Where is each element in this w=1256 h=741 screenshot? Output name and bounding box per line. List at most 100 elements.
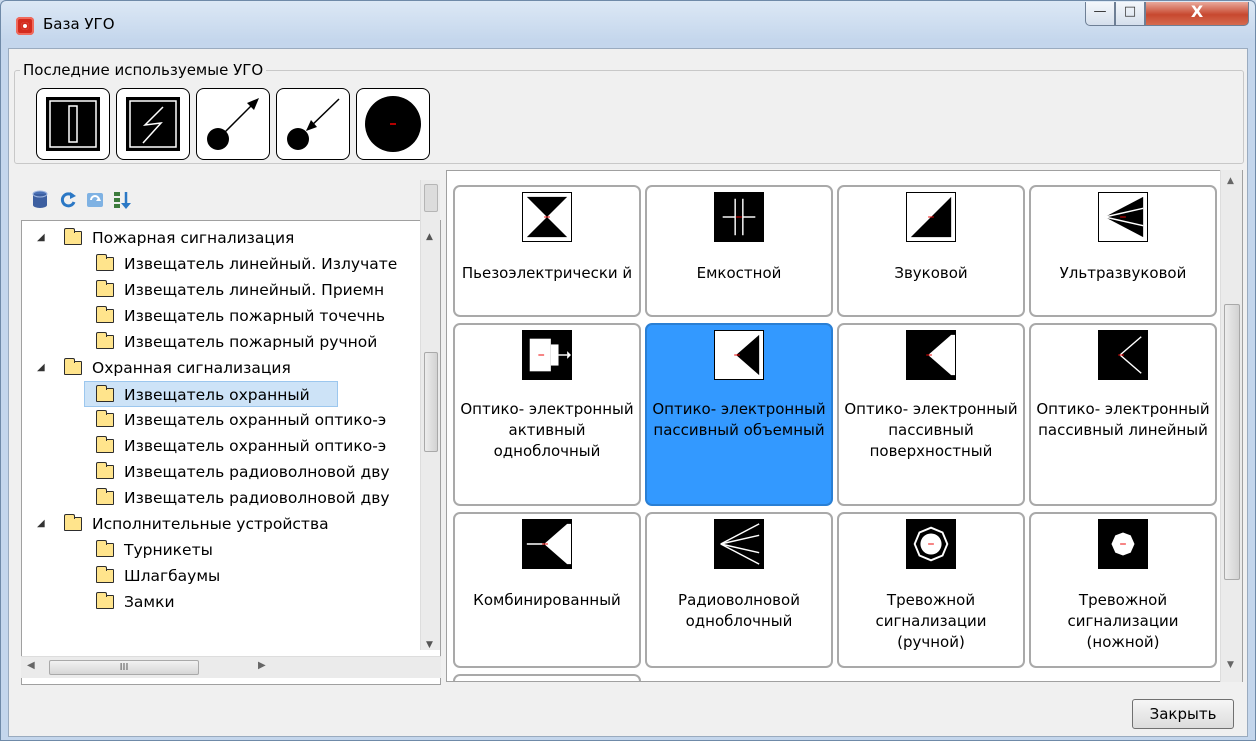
ugo-card[interactable]: Оптико- электронный пассивный линейный: [1029, 323, 1217, 506]
collapse-icon[interactable]: ◢: [37, 511, 45, 537]
recent-ugo-item[interactable]: [356, 88, 430, 160]
folder-icon: [96, 410, 114, 427]
tree-scroll-top-thumb[interactable]: [424, 184, 438, 212]
optical-linear-symbol-icon: [1098, 330, 1148, 380]
tree-item[interactable]: ◢ Исполнительные устройства: [37, 511, 417, 537]
ugo-card-label: Звуковой: [894, 264, 968, 282]
ugo-card-label: Тревожной сигнализации (ножной): [1067, 591, 1179, 651]
ugo-card-label: Радиоволновой одноблочный: [678, 591, 800, 630]
ugo-symbol-grid[interactable]: Пьезоэлектрически й Емкостной Звуковой У…: [446, 170, 1243, 682]
hourglass-symbol-icon: [522, 192, 572, 242]
scroll-up-icon[interactable]: ▲: [426, 232, 433, 242]
folder-icon: [96, 332, 114, 349]
capacitive-symbol-icon: [714, 192, 764, 242]
tree-item[interactable]: ◢ Пожарная сигнализация: [37, 225, 417, 251]
lightning-symbol-icon: [126, 97, 180, 151]
scroll-left-icon[interactable]: ◀: [27, 660, 35, 671]
radiowave-symbol-icon: [714, 519, 764, 569]
ugo-card-label: Тревожной сигнализации (ручной): [875, 591, 987, 651]
tree-item[interactable]: Шлагбаумы: [96, 563, 418, 589]
close-button[interactable]: Закрыть: [1132, 699, 1234, 729]
tree-vertical-scrollbar[interactable]: ▲ ▼: [420, 180, 440, 650]
folder-icon: [96, 592, 114, 609]
ugo-card-label: Комбинированный: [473, 591, 621, 609]
ugo-card[interactable]: Комбинированный: [453, 512, 641, 668]
folder-icon: [96, 540, 114, 557]
ugo-card[interactable]: Оптико- электронный пассивный поверхност…: [837, 323, 1025, 506]
tree-horizontal-scrollbar[interactable]: ◀ III ▶: [21, 656, 441, 678]
tree-item[interactable]: Извещатель линейный. Излучате: [96, 251, 418, 277]
grid-vertical-scrollbar[interactable]: ▲ ▼: [1220, 170, 1242, 682]
tree-item[interactable]: Извещатель охранный оптико-э: [96, 407, 418, 433]
recent-ugo-item[interactable]: [116, 88, 190, 160]
refresh-icon[interactable]: [58, 190, 78, 210]
ugo-card-selected[interactable]: Оптико- электронный пассивный объемный: [645, 323, 833, 506]
collapse-icon[interactable]: ◢: [37, 355, 45, 381]
folder-icon: [64, 358, 82, 375]
alarm-foot-symbol-icon: [1098, 519, 1148, 569]
folder-icon: [96, 566, 114, 583]
combined-symbol-icon: [522, 519, 572, 569]
tree-item[interactable]: Извещатель пожарный ручной: [96, 329, 418, 355]
tree-item[interactable]: Замки: [96, 589, 418, 615]
alarm-manual-symbol-icon: [906, 519, 956, 569]
folder-icon: [96, 385, 114, 402]
ugo-card[interactable]: Пьезоэлектрически й: [453, 185, 641, 317]
folder-icon: [64, 228, 82, 245]
tree-item[interactable]: Извещатель радиоволновой дву: [96, 485, 418, 511]
grid-scroll-thumb[interactable]: [1224, 304, 1240, 580]
ugo-card[interactable]: Звуковой: [837, 185, 1025, 317]
ugo-card-label: Оптико- электронный пассивный объемный: [652, 400, 826, 439]
ugo-card-partial[interactable]: [453, 674, 641, 681]
ugo-card[interactable]: Тревожной сигнализации (ножной): [1029, 512, 1217, 668]
ugo-card[interactable]: Ультразвуковой: [1029, 185, 1217, 317]
ugo-card-label: Оптико- электронный пассивный линейный: [1036, 400, 1210, 439]
diagonal-triangle-symbol-icon: [906, 192, 956, 242]
sort-icon[interactable]: [112, 190, 132, 210]
tree-item[interactable]: Извещатель пожарный точечнь: [96, 303, 418, 329]
ugo-card-label: Оптико- электронный пассивный поверхност…: [844, 400, 1018, 460]
tree-item[interactable]: Извещатель линейный. Приемн: [96, 277, 418, 303]
scroll-down-icon[interactable]: ▼: [1227, 660, 1234, 670]
window-title: База УГО: [43, 15, 115, 33]
tree-item[interactable]: ◢ Охранная сигнализация: [37, 355, 417, 381]
maximize-button[interactable]: □: [1115, 2, 1145, 26]
close-window-button[interactable]: X: [1145, 2, 1249, 26]
emitter-arrow-symbol-icon: [207, 98, 259, 150]
receiver-arrow-symbol-icon: [287, 98, 340, 150]
folder-icon: [96, 280, 114, 297]
folder-icon: [64, 514, 82, 531]
ugo-card[interactable]: Тревожной сигнализации (ручной): [837, 512, 1025, 668]
tree-hscroll-thumb[interactable]: III: [49, 660, 199, 675]
arrowhead-left-symbol-icon: [1098, 192, 1148, 242]
ugo-card[interactable]: Радиоволновой одноблочный: [645, 512, 833, 668]
scroll-down-icon[interactable]: ▼: [426, 640, 433, 650]
minimize-button[interactable]: —: [1085, 2, 1115, 26]
folder-icon: [96, 254, 114, 271]
recent-ugo-item[interactable]: [36, 88, 110, 160]
vertical-bar-symbol-icon: [46, 97, 100, 151]
title-bar[interactable]: База УГО — □ X: [1, 1, 1255, 49]
ugo-card-label: Оптико- электронный активный одноблочный: [460, 400, 634, 460]
database-icon[interactable]: [30, 190, 50, 210]
ugo-card[interactable]: Емкостной: [645, 185, 833, 317]
ugo-card[interactable]: Оптико- электронный активный одноблочный: [453, 323, 641, 506]
recent-ugo-item[interactable]: [276, 88, 350, 160]
recent-ugo-legend: Последние используемые УГО: [20, 61, 267, 79]
tree-scroll-thumb[interactable]: [424, 352, 438, 452]
scroll-up-icon[interactable]: ▲: [1227, 176, 1234, 186]
folder-icon: [96, 462, 114, 479]
tree-item[interactable]: Извещатель охранный оптико-э: [96, 433, 418, 459]
ugo-card-label: Пьезоэлектрически й: [461, 264, 633, 282]
sync-icon[interactable]: [85, 190, 105, 210]
optical-surface-symbol-icon: [906, 330, 956, 380]
recent-ugo-item[interactable]: [196, 88, 270, 160]
filled-circle-symbol-icon: [365, 96, 421, 152]
collapse-icon[interactable]: ◢: [37, 225, 45, 251]
optical-volumetric-symbol-icon: [714, 330, 764, 380]
tree-item[interactable]: Турникеты: [96, 537, 418, 563]
tree-item[interactable]: Извещатель радиоволновой дву: [96, 459, 418, 485]
app-icon: [16, 17, 34, 35]
scroll-right-icon[interactable]: ▶: [258, 660, 266, 671]
tree-item-selected[interactable]: Извещатель охранный: [84, 381, 338, 407]
